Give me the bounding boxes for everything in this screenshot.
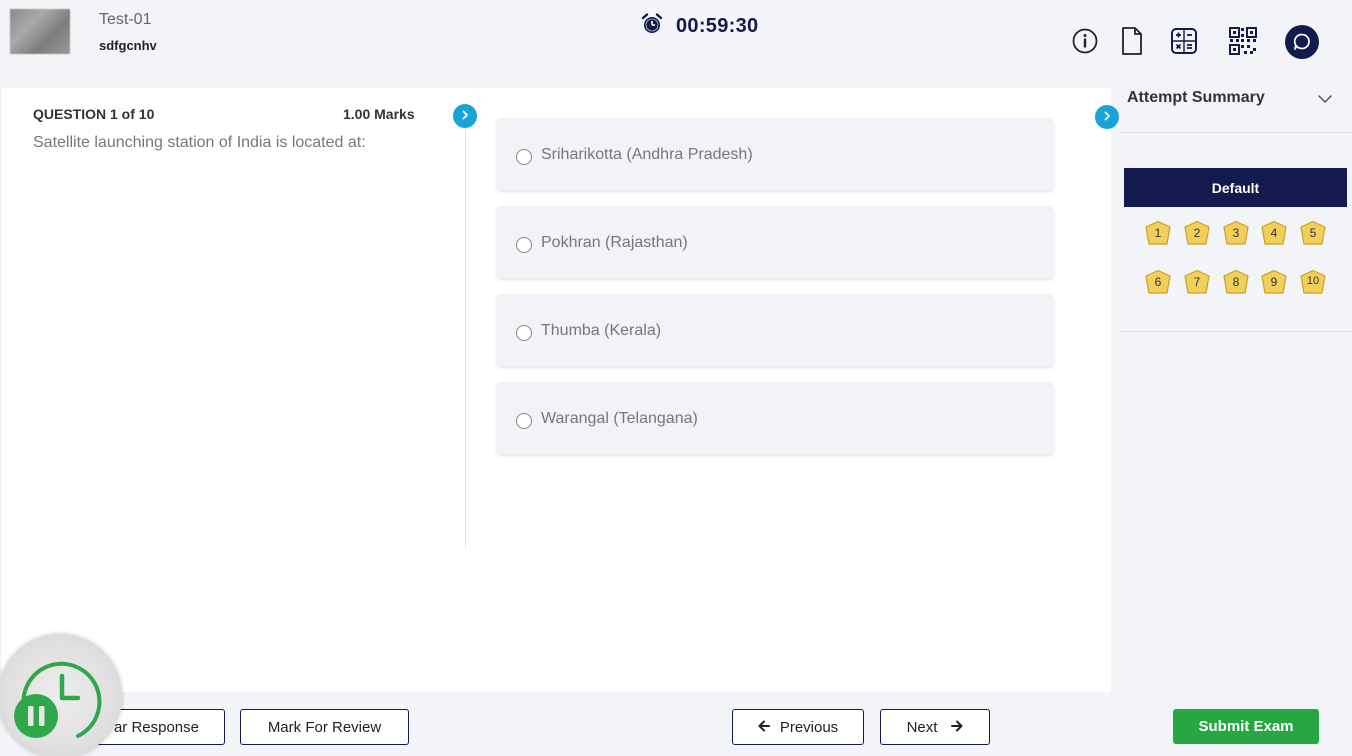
question-nav-10[interactable]: 10 [1299, 269, 1327, 297]
question-text: Satellite launching station of India is … [33, 134, 366, 151]
next-label: Next [906, 718, 938, 736]
option-3[interactable]: Thumba (Kerala) [496, 294, 1054, 366]
option-1[interactable]: Sriharikotta (Andhra Pradesh) [496, 118, 1054, 190]
question-nav-4[interactable]: 4 [1260, 220, 1288, 248]
chat-icon[interactable] [1285, 25, 1319, 59]
question-number: 9 [1270, 275, 1278, 289]
header-bar: Test-01 sdfgcnhv 00:59:30 [0, 0, 1352, 86]
info-icon[interactable] [1068, 24, 1102, 58]
qr-code-icon[interactable] [1226, 24, 1260, 58]
question-panel: QUESTION 1 of 10 1.00 Marks Satellite la… [2, 88, 1111, 692]
panel-divider [465, 126, 466, 548]
attempt-summary-title: Attempt Summary [1127, 89, 1265, 106]
question-nav-6[interactable]: 6 [1144, 269, 1172, 297]
previous-label: Previous [779, 718, 839, 736]
question-nav-8[interactable]: 8 [1222, 269, 1250, 297]
sidebar-divider [1121, 331, 1352, 332]
toggle-sidebar-button[interactable] [1095, 105, 1119, 129]
section-default-tab[interactable]: Default [1124, 168, 1347, 207]
previous-button[interactable]: Previous [732, 709, 864, 745]
pause-timer-widget[interactable] [0, 634, 122, 756]
sidebar-divider [1121, 132, 1352, 133]
question-number: 5 [1309, 226, 1317, 240]
mark-for-review-button[interactable]: Mark For Review [240, 709, 409, 745]
question-marks: 1.00 Marks [343, 106, 415, 122]
user-name: sdfgcnhv [99, 38, 157, 53]
question-number: 6 [1154, 275, 1162, 289]
option-label: Warangal (Telangana) [541, 410, 698, 427]
option-label: Thumba (Kerala) [541, 322, 662, 339]
question-nav-7[interactable]: 7 [1183, 269, 1211, 297]
question-nav-9[interactable]: 9 [1260, 269, 1288, 297]
option-radio[interactable] [516, 325, 532, 341]
clear-response-label: ar Response [113, 718, 199, 736]
option-radio[interactable] [516, 413, 532, 429]
exam-timer: 00:59:30 [640, 12, 758, 41]
submit-exam-button[interactable]: Submit Exam [1173, 709, 1319, 744]
question-nav-5[interactable]: 5 [1299, 220, 1327, 248]
chevron-right-icon [460, 107, 470, 125]
option-radio[interactable] [516, 237, 532, 253]
alarm-clock-icon [640, 12, 664, 41]
expand-question-button[interactable] [453, 104, 477, 128]
question-number: 4 [1270, 226, 1278, 240]
arrow-right-icon [951, 719, 963, 736]
next-button[interactable]: Next [880, 709, 990, 745]
chevron-right-icon [1102, 108, 1112, 126]
option-radio[interactable] [516, 149, 532, 165]
timer-value: 00:59:30 [676, 15, 759, 37]
question-number: 10 [1306, 275, 1320, 287]
question-number: 8 [1232, 275, 1240, 289]
option-label: Sriharikotta (Andhra Pradesh) [541, 146, 753, 163]
avatar [10, 9, 70, 54]
chevron-down-icon[interactable] [1316, 90, 1334, 113]
mark-for-review-label: Mark For Review [267, 718, 382, 736]
question-number: 2 [1193, 226, 1201, 240]
question-nav-3[interactable]: 3 [1222, 220, 1250, 248]
question-nav-2[interactable]: 2 [1183, 220, 1211, 248]
option-2[interactable]: Pokhran (Rajasthan) [496, 206, 1054, 278]
question-number: 1 [1154, 226, 1162, 240]
question-number: 3 [1232, 226, 1240, 240]
option-label: Pokhran (Rajasthan) [541, 234, 688, 251]
calculator-icon[interactable] [1167, 24, 1201, 58]
arrow-left-icon [758, 719, 770, 736]
question-heading: QUESTION 1 of 10 [33, 106, 155, 122]
test-name: Test-01 [99, 11, 152, 28]
option-4[interactable]: Warangal (Telangana) [496, 382, 1054, 454]
question-number: 7 [1193, 275, 1201, 289]
question-nav-1[interactable]: 1 [1144, 220, 1172, 248]
document-icon[interactable] [1115, 24, 1149, 58]
